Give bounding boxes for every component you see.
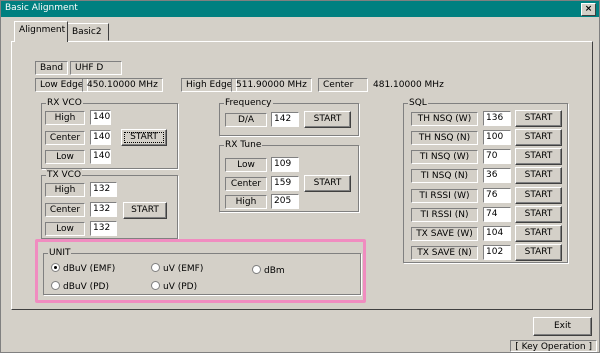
rx-vco-low-label: Low — [45, 150, 85, 164]
tx-vco-low-label: Low — [45, 222, 85, 236]
rx-tune-high-label: High — [225, 195, 267, 209]
sql-row-label: TI RSSI (W) — [411, 189, 478, 203]
tx-vco-low-value: 132 — [90, 221, 117, 236]
tab-alignment[interactable]: Alignment — [14, 21, 68, 42]
close-button[interactable]: × — [581, 3, 596, 16]
rx-tune-center-label: Center — [225, 177, 267, 191]
sql-row-label: TI NSQ (W) — [411, 150, 478, 164]
sql-start-button[interactable]: START — [515, 167, 562, 184]
high-edge-value: 511.90000 MHz — [231, 78, 312, 92]
da-value: 142 — [271, 112, 299, 127]
sql-row-value: 136 — [483, 111, 511, 126]
sql-start-button[interactable]: START — [515, 206, 562, 223]
sql-row-label: TH NSQ (N) — [411, 131, 478, 145]
sql-row-value: 76 — [483, 188, 511, 203]
status-bar-text: [ Key Operation ] — [510, 340, 597, 352]
sql-start-button[interactable]: START — [515, 110, 562, 127]
window-title: Basic Alignment — [5, 3, 78, 13]
rx-vco-high-label: High — [45, 111, 85, 125]
tx-vco-center-value: 132 — [90, 202, 117, 217]
sql-start-button[interactable]: START — [515, 244, 562, 261]
tx-vco-high-label: High — [45, 183, 85, 197]
rx-tune-title: RX Tune — [224, 139, 263, 151]
rx-tune-low-value: 109 — [271, 157, 299, 172]
sql-start-button[interactable]: START — [515, 225, 562, 242]
tx-vco-start-button[interactable]: START — [123, 202, 167, 219]
frequency-start-button[interactable]: START — [304, 111, 351, 128]
frequency-title: Frequency — [224, 97, 273, 109]
exit-button[interactable]: Exit — [533, 317, 592, 336]
low-edge-value: 450.10000 MHz — [82, 78, 163, 92]
tx-vco-title: TX VCO — [46, 169, 83, 181]
sql-row-label: TX SAVE (N) — [411, 246, 478, 260]
rx-vco-low-value: 140 — [90, 149, 111, 164]
rx-vco-center-label: Center — [45, 131, 85, 145]
basic-alignment-window: Basic Alignment × Alignment Basic2 Band … — [0, 0, 600, 353]
sql-row-value: 74 — [483, 207, 511, 222]
title-bar[interactable]: Basic Alignment × — [1, 1, 599, 17]
sql-row-label: TH NSQ (W) — [411, 112, 478, 126]
low-edge-label: Low Edge — [35, 78, 89, 92]
rx-tune-low-label: Low — [225, 158, 267, 172]
rx-tune-start-button[interactable]: START — [304, 175, 351, 192]
unit-highlight-box — [35, 239, 366, 303]
band-label: Band — [35, 61, 69, 75]
rx-vco-start-button[interactable]: START — [121, 129, 167, 146]
sql-row-value: 70 — [483, 149, 511, 164]
rx-vco-title: RX VCO — [46, 97, 83, 109]
center-label: Center — [318, 78, 368, 92]
sql-row-label: TX SAVE (W) — [411, 227, 478, 241]
sql-row-value: 36 — [483, 168, 511, 183]
sql-row-value: 100 — [483, 130, 511, 145]
rx-vco-high-value: 140 — [90, 110, 111, 125]
rx-tune-high-value: 205 — [271, 194, 299, 209]
da-label: D/A — [225, 113, 267, 127]
sql-row-value: 102 — [483, 245, 511, 260]
band-value: UHF D — [70, 61, 122, 75]
sql-row-label: TI NSQ (N) — [411, 169, 478, 183]
sql-row-label: TI RSSI (N) — [411, 208, 478, 222]
sql-start-button[interactable]: START — [515, 148, 562, 165]
sql-start-button[interactable]: START — [515, 187, 562, 204]
sql-title: SQL — [408, 97, 428, 109]
sql-start-button[interactable]: START — [515, 129, 562, 146]
center-value: 481.10000 MHz — [373, 80, 444, 90]
tx-vco-high-value: 132 — [90, 182, 117, 197]
rx-tune-center-value: 159 — [271, 176, 299, 191]
tx-vco-center-label: Center — [45, 203, 85, 217]
high-edge-label: High Edge — [181, 78, 238, 92]
tab-basic2[interactable]: Basic2 — [67, 23, 109, 41]
rx-vco-center-value: 140 — [90, 130, 111, 145]
sql-row-value: 104 — [483, 226, 511, 241]
